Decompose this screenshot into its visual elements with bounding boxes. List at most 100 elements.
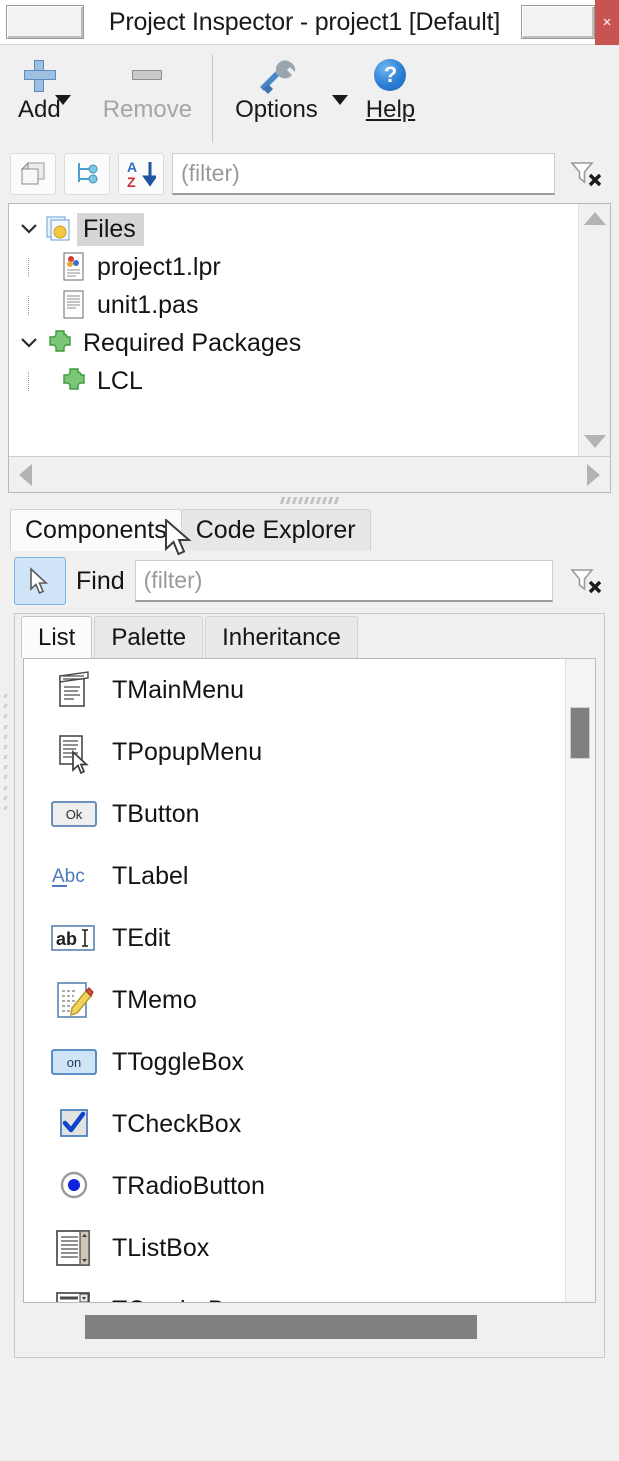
question-circle-icon: ? xyxy=(374,53,406,97)
edit-icon: ab xyxy=(46,922,102,954)
restore-icon[interactable] xyxy=(521,5,595,39)
scroll-down-icon[interactable] xyxy=(584,435,606,448)
tree-horizontal-scrollbar[interactable] xyxy=(9,456,610,492)
filter-input[interactable]: (filter) xyxy=(172,153,555,195)
find-label: Find xyxy=(76,567,125,596)
list-item[interactable]: on TToggleBox xyxy=(24,1031,565,1093)
open-files-icon[interactable] xyxy=(10,153,56,195)
togglebox-icon: on xyxy=(46,1045,102,1079)
radiobutton-icon xyxy=(46,1168,102,1204)
tab-palette[interactable]: Palette xyxy=(94,616,203,658)
sort-az-icon[interactable]: A Z xyxy=(118,153,164,195)
left-splitter-grip[interactable] xyxy=(0,690,10,810)
component-list: TMainMenu TPopupMenu Ok xyxy=(23,658,596,1303)
tree-node-label: project1.lpr xyxy=(91,253,221,282)
project-tree: Files project1.lpr xyxy=(9,204,610,456)
list-item[interactable]: TCheckBox xyxy=(24,1093,565,1155)
tab-label: Inheritance xyxy=(222,624,341,652)
tree-structure-icon[interactable] xyxy=(64,153,110,195)
list-item[interactable]: TRadioButton xyxy=(24,1155,565,1217)
minus-icon xyxy=(132,53,162,97)
tab-inheritance[interactable]: Inheritance xyxy=(205,616,358,658)
component-list-horizontal-scrollbar[interactable] xyxy=(23,1309,596,1349)
list-item-label: TToggleBox xyxy=(102,1048,244,1077)
filter-toolbar: A Z (filter) xyxy=(0,145,619,203)
panel-splitter[interactable] xyxy=(0,493,619,507)
togglebox-icon-glyph: on xyxy=(67,1055,81,1070)
scroll-left-icon[interactable] xyxy=(19,464,32,486)
tree-node-label: Required Packages xyxy=(77,329,301,358)
pas-file-icon xyxy=(57,290,91,320)
tree-vertical-scrollbar[interactable] xyxy=(578,204,610,456)
funnel-clear-icon[interactable] xyxy=(563,560,609,602)
list-item[interactable]: TMainMenu xyxy=(24,659,565,721)
svg-text:A: A xyxy=(127,159,137,175)
project-tree-items: Files project1.lpr xyxy=(9,204,578,456)
tab-code-explorer[interactable]: Code Explorer xyxy=(181,509,371,551)
list-item-label: TListBox xyxy=(102,1234,209,1263)
remove-button[interactable]: Remove xyxy=(97,53,198,123)
package-puzzle-icon xyxy=(57,366,91,396)
help-button[interactable]: ? Help xyxy=(360,53,421,123)
funnel-clear-icon[interactable] xyxy=(563,153,609,195)
tab-label: Palette xyxy=(111,624,186,652)
tree-node-required-packages[interactable]: Required Packages xyxy=(15,324,578,362)
title-bar: Project Inspector - project1 [Default] × xyxy=(0,0,619,45)
help-button-label: Help xyxy=(366,97,415,123)
scrollbar-thumb[interactable] xyxy=(85,1315,477,1339)
list-item[interactable]: TMemo xyxy=(24,969,565,1031)
list-item-label: TMemo xyxy=(102,986,197,1015)
tab-label: List xyxy=(38,624,75,652)
tree-node-unit1-pas[interactable]: unit1.pas xyxy=(15,286,578,324)
list-item[interactable]: ab TEdit xyxy=(24,907,565,969)
scroll-up-icon[interactable] xyxy=(584,212,606,225)
list-item[interactable]: Ok TButton xyxy=(24,783,565,845)
tab-label: Components xyxy=(25,516,167,545)
list-item-label: TComboBox xyxy=(102,1296,251,1303)
panel-tab-bar: Components Code Explorer xyxy=(0,507,619,551)
list-item[interactable]: TListBox xyxy=(24,1217,565,1279)
tab-label: Code Explorer xyxy=(196,516,356,545)
list-item-label: TButton xyxy=(102,800,200,829)
scroll-right-icon[interactable] xyxy=(587,464,600,486)
scrollbar-thumb[interactable] xyxy=(570,707,590,759)
list-item[interactable]: Abc TLabel xyxy=(24,845,565,907)
add-dropdown-caret-down-icon[interactable] xyxy=(55,95,71,105)
package-puzzle-icon xyxy=(43,328,77,358)
list-item-label: TRadioButton xyxy=(102,1172,265,1201)
tree-node-project1-lpr[interactable]: project1.lpr xyxy=(15,248,578,286)
list-item[interactable]: TPopupMenu xyxy=(24,721,565,783)
component-find-input[interactable]: (filter) xyxy=(135,560,553,602)
component-list-items: TMainMenu TPopupMenu Ok xyxy=(24,659,565,1302)
list-item-label: TCheckBox xyxy=(102,1110,241,1139)
add-button[interactable]: Add xyxy=(12,53,67,123)
tree-node-lcl[interactable]: LCL xyxy=(15,362,578,400)
component-list-vertical-scrollbar[interactable] xyxy=(565,659,595,1302)
plus-icon xyxy=(24,53,54,97)
options-button-label: Options xyxy=(235,97,318,123)
options-button[interactable]: Options xyxy=(229,53,324,123)
remove-button-label: Remove xyxy=(103,97,192,123)
minimize-icon[interactable] xyxy=(6,5,84,39)
tree-node-label: Files xyxy=(77,213,144,246)
list-item[interactable]: TComboBox xyxy=(24,1279,565,1302)
tree-node-files[interactable]: Files xyxy=(15,210,578,248)
options-dropdown-caret-down-icon[interactable] xyxy=(332,95,348,105)
tab-components[interactable]: Components xyxy=(10,509,182,551)
files-stack-icon xyxy=(43,215,77,243)
button-icon: Ok xyxy=(46,797,102,831)
memo-icon xyxy=(46,978,102,1022)
wrench-screwdriver-icon xyxy=(255,53,297,97)
tab-list[interactable]: List xyxy=(21,616,92,658)
main-toolbar: Add Remove Options ? Help xyxy=(0,45,619,145)
project-tree-panel: Files project1.lpr xyxy=(8,203,611,493)
svg-text:Z: Z xyxy=(127,174,136,189)
combobox-icon xyxy=(46,1289,102,1302)
tree-indent xyxy=(15,296,57,315)
chevron-down-icon[interactable] xyxy=(15,218,43,241)
tree-indent xyxy=(15,372,57,391)
cursor-arrow-icon[interactable] xyxy=(14,557,66,605)
chevron-down-icon[interactable] xyxy=(15,332,43,355)
close-button[interactable]: × xyxy=(595,0,619,45)
tree-indent xyxy=(15,258,57,277)
